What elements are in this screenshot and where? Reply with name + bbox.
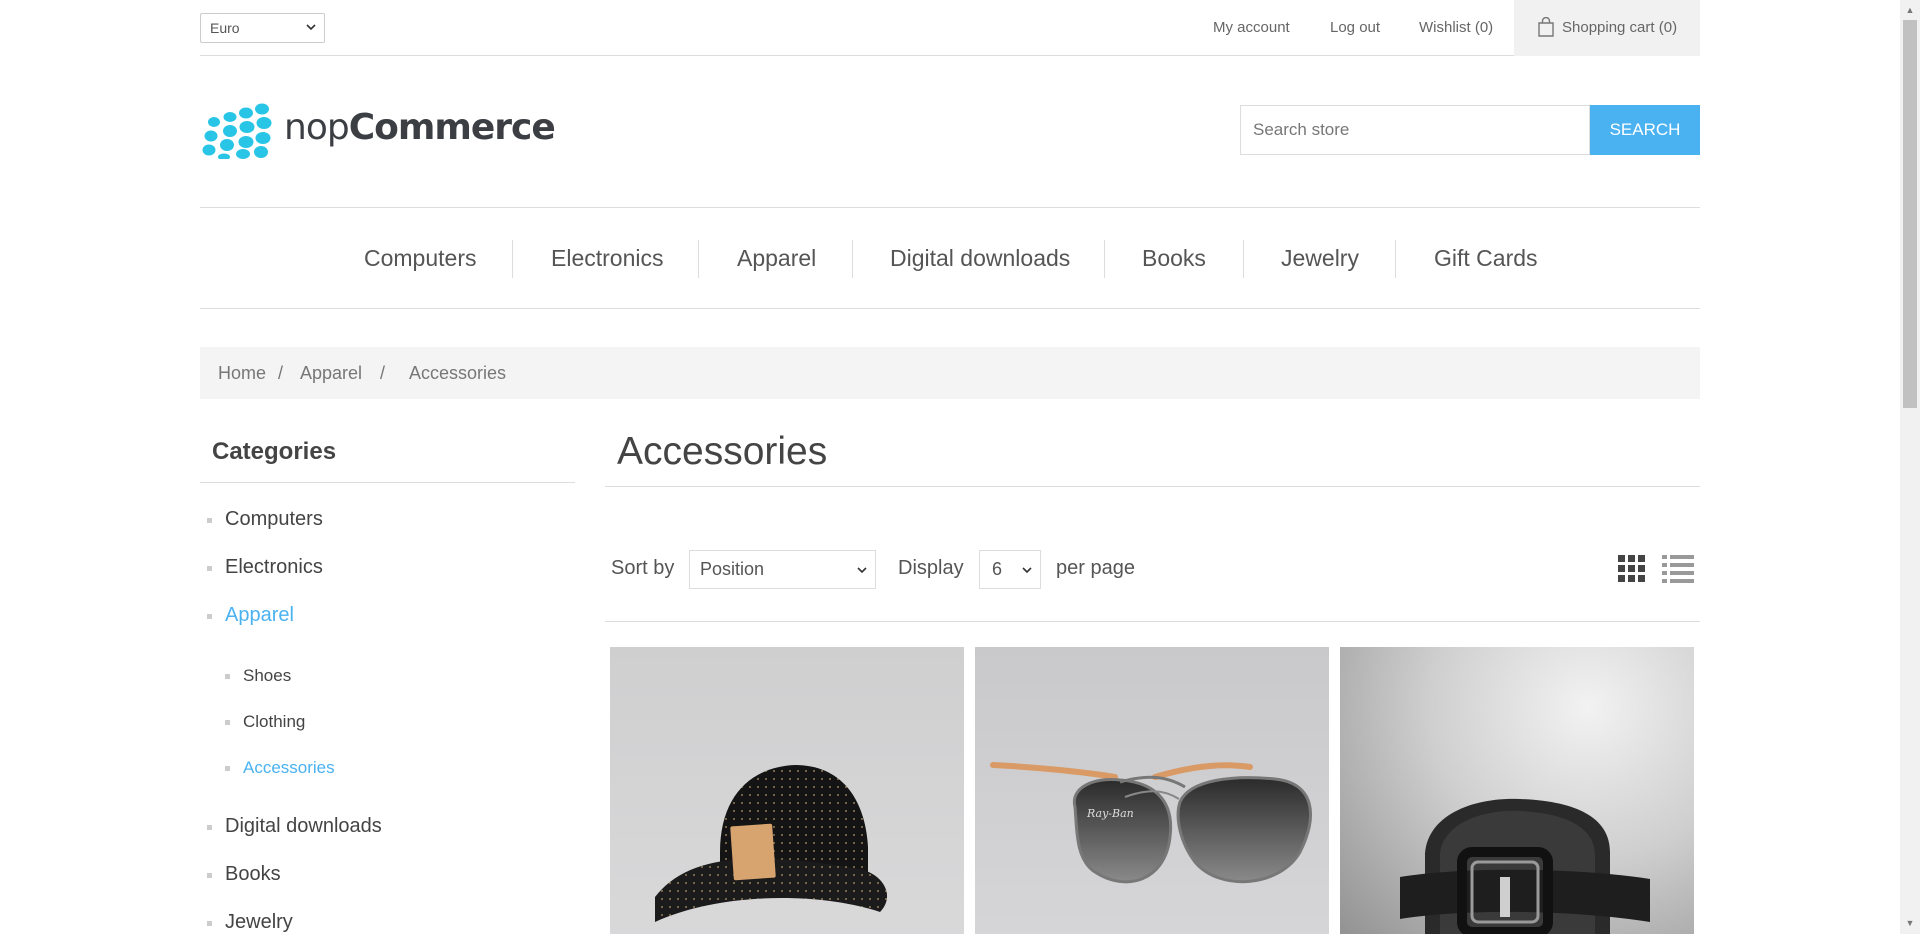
page: Euro My account Log out Wishlist (0) Sho… xyxy=(200,0,1700,934)
scroll-down-arrow-icon[interactable]: ▼ xyxy=(1905,918,1915,928)
currency-select[interactable]: Euro xyxy=(200,13,325,43)
shopping-bag-icon xyxy=(1538,17,1554,37)
chevron-down-icon xyxy=(306,24,316,31)
currency-value: Euro xyxy=(210,20,240,36)
menu-item-apparel[interactable]: Apparel xyxy=(737,208,816,308)
product-image-belt[interactable] xyxy=(1340,647,1694,934)
list-bullet xyxy=(207,873,212,878)
menu-item-computers[interactable]: Computers xyxy=(364,208,476,308)
logo-text-bold: Commerce xyxy=(348,107,556,148)
breadcrumb: Home / Apparel / Accessories xyxy=(200,347,1700,399)
sort-by-label: Sort by xyxy=(611,557,675,579)
list-bullet xyxy=(207,825,212,830)
list-bullet xyxy=(225,720,230,725)
search-input[interactable]: Search store xyxy=(1240,105,1590,155)
display-label: Display xyxy=(898,557,964,579)
shopping-cart-link[interactable]: Shopping cart (0) xyxy=(1514,0,1700,56)
menu-separator xyxy=(852,240,853,278)
list-view-icon[interactable] xyxy=(1662,555,1694,583)
logo-text-light: nop xyxy=(284,107,350,148)
menu-item-electronics[interactable]: Electronics xyxy=(551,208,663,308)
menu-item-books[interactable]: Books xyxy=(1142,208,1206,308)
menu-separator xyxy=(1104,240,1105,278)
menu-item-gift-cards[interactable]: Gift Cards xyxy=(1434,208,1538,308)
log-out-link[interactable]: Log out xyxy=(1330,0,1380,56)
page-scrollbar[interactable]: ▲ ▼ xyxy=(1900,0,1920,934)
menu-separator xyxy=(1395,240,1396,278)
list-bullet xyxy=(207,614,212,619)
menu-item-digital-downloads[interactable]: Digital downloads xyxy=(890,208,1070,308)
list-bullet xyxy=(207,518,212,523)
logo-text: nopCommerce xyxy=(284,107,556,148)
title-divider xyxy=(605,486,1700,487)
chevron-down-icon xyxy=(1022,567,1032,574)
logo-dots-icon xyxy=(202,103,272,159)
breadcrumb-apparel[interactable]: Apparel xyxy=(300,347,362,399)
page-size-select[interactable]: 6 xyxy=(979,550,1041,589)
categories-title: Categories xyxy=(212,438,337,465)
sort-by-select[interactable]: Position xyxy=(689,550,876,589)
wishlist-link[interactable]: Wishlist (0) xyxy=(1419,0,1493,56)
shopping-cart-label: Shopping cart (0) xyxy=(1562,19,1678,36)
product-image-cap[interactable] xyxy=(610,647,964,934)
scrollbar-thumb[interactable] xyxy=(1903,20,1917,408)
category-accessories[interactable]: Accessories xyxy=(243,758,335,778)
category-jewelry[interactable]: Jewelry xyxy=(225,911,293,934)
category-electronics[interactable]: Electronics xyxy=(225,556,323,579)
toolbar-divider xyxy=(605,621,1700,622)
my-account-link[interactable]: My account xyxy=(1213,0,1290,56)
sort-by-value: Position xyxy=(700,559,765,579)
breadcrumb-current: Accessories xyxy=(409,363,507,383)
category-clothing[interactable]: Clothing xyxy=(243,712,305,732)
list-bullet xyxy=(207,566,212,571)
cap-image xyxy=(655,765,888,922)
svg-text:Ray-Ban: Ray-Ban xyxy=(1086,807,1134,820)
page-size-value: 6 xyxy=(992,559,1003,579)
belt-image xyxy=(1400,798,1650,934)
product-image-sunglasses[interactable]: Ray-Ban xyxy=(975,647,1329,934)
page-title: Accessories xyxy=(617,430,828,473)
category-computers[interactable]: Computers xyxy=(225,508,323,531)
breadcrumb-separator: / xyxy=(278,363,284,383)
sunglasses-image: Ray-Ban xyxy=(990,762,1313,884)
menu-separator xyxy=(698,240,699,278)
category-books[interactable]: Books xyxy=(225,863,281,886)
search-button[interactable]: SEARCH xyxy=(1590,105,1700,155)
scroll-up-arrow-icon[interactable]: ▲ xyxy=(1905,5,1915,15)
list-bullet xyxy=(225,674,230,679)
menu-separator xyxy=(1243,240,1244,278)
category-shoes[interactable]: Shoes xyxy=(243,666,291,686)
breadcrumb-separator: / xyxy=(380,363,386,383)
categories-divider xyxy=(200,482,575,483)
category-digital-downloads[interactable]: Digital downloads xyxy=(225,815,382,838)
top-menu: Computers Electronics Apparel Digital do… xyxy=(200,207,1700,309)
list-bullet xyxy=(207,921,212,926)
logo[interactable]: nopCommerce xyxy=(202,103,556,159)
category-apparel[interactable]: Apparel xyxy=(225,604,294,627)
breadcrumb-home[interactable]: Home xyxy=(218,347,266,399)
list-bullet xyxy=(225,766,230,771)
header-links: Euro My account Log out Wishlist (0) Sho… xyxy=(200,0,1700,56)
grid-view-icon[interactable] xyxy=(1618,555,1646,583)
menu-item-jewelry[interactable]: Jewelry xyxy=(1281,208,1359,308)
per-page-label: per page xyxy=(1056,557,1135,579)
menu-separator xyxy=(512,240,513,278)
chevron-down-icon xyxy=(857,567,867,574)
